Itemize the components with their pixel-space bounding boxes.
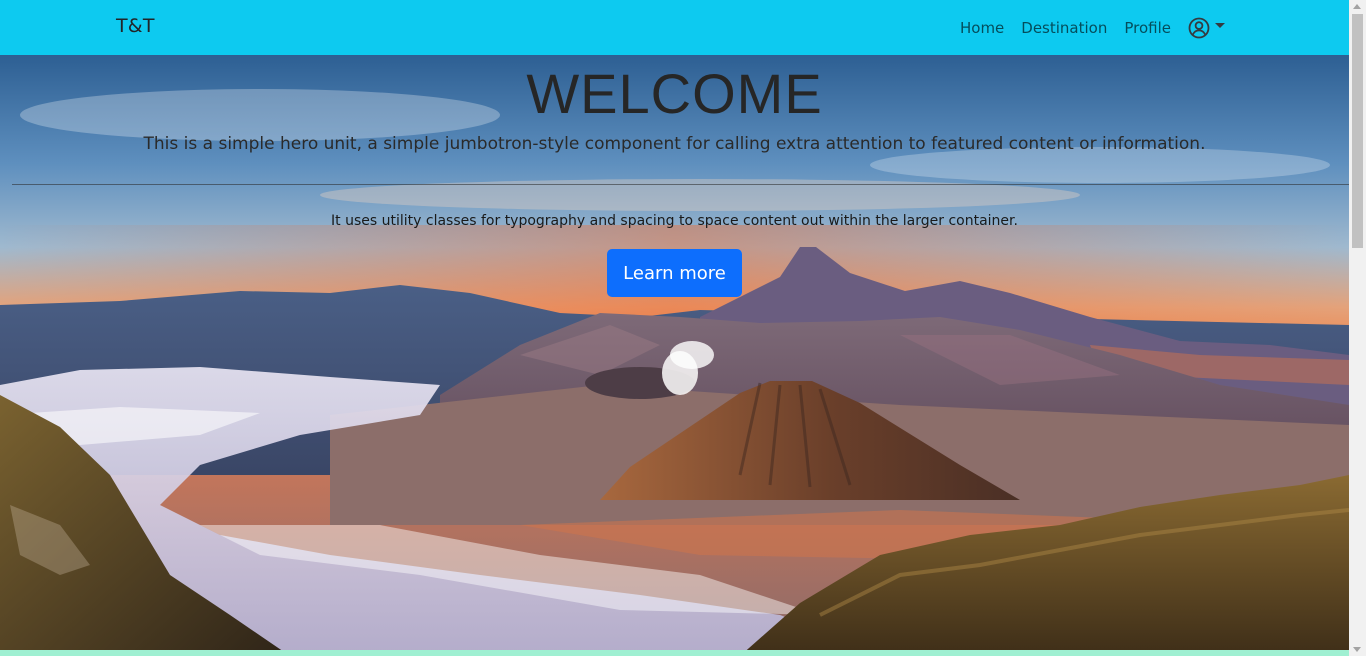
page: T&T Home Destination Profile WELCOME Thi…	[0, 0, 1366, 656]
hero-divider	[12, 184, 1349, 185]
navbar: T&T Home Destination Profile	[0, 0, 1349, 55]
caret-down-icon	[1215, 22, 1225, 28]
scroll-up-arrow-icon[interactable]	[1353, 4, 1361, 9]
scroll-down-arrow-icon[interactable]	[1353, 647, 1361, 652]
nav-links: Home Destination Profile	[943, 14, 1225, 42]
hero-title: WELCOME	[526, 62, 823, 125]
nav-link-profile[interactable]: Profile	[1124, 14, 1171, 42]
nav-link-home[interactable]: Home	[960, 14, 1004, 42]
hero-section: WELCOME This is a simple hero unit, a si…	[0, 55, 1349, 656]
learn-more-button[interactable]: Learn more	[607, 249, 742, 297]
brand-logo[interactable]: T&T	[116, 15, 155, 37]
scroll-thumb[interactable]	[1352, 14, 1363, 248]
vertical-scrollbar[interactable]	[1349, 0, 1366, 656]
user-circle-icon	[1188, 17, 1210, 39]
nav-link-destination[interactable]: Destination	[1021, 14, 1107, 42]
hero-lead-text: This is a simple hero unit, a simple jum…	[143, 134, 1206, 154]
account-dropdown-toggle[interactable]	[1188, 14, 1225, 42]
bottom-strip	[0, 650, 1349, 656]
hero-body-text: It uses utility classes for typography a…	[331, 213, 1018, 229]
